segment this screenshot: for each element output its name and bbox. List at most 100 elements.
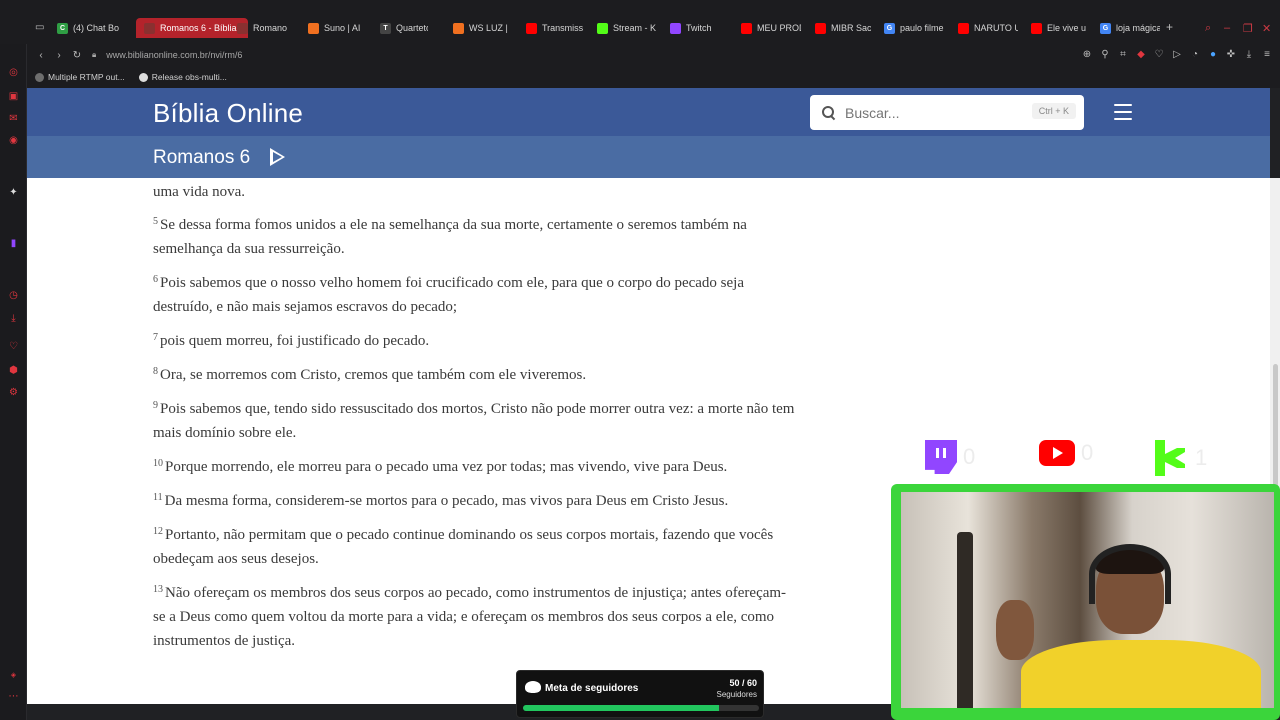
headset-icon: [1089, 544, 1171, 604]
sidebar-kick-icon[interactable]: ✦: [7, 186, 20, 199]
goal-progress-bar: [523, 705, 759, 711]
pin-icon[interactable]: ⚲: [1100, 48, 1110, 60]
zoom-icon[interactable]: ⊕: [1082, 48, 1092, 60]
forward-icon[interactable]: ›: [50, 50, 68, 61]
reload-icon[interactable]: ↻: [68, 50, 86, 61]
verse-number[interactable]: 9: [153, 400, 158, 411]
tab-label: Transmiss: [542, 23, 584, 33]
player-icon[interactable]: ▷: [1172, 48, 1182, 60]
verse: 5 Se dessa forma fomos unidos a ele na se…: [153, 213, 798, 261]
sidebar-bookmarks-icon[interactable]: ♡: [7, 340, 20, 353]
twitch-counter: 0: [925, 440, 975, 474]
vpn-icon[interactable]: ◔: [1190, 48, 1200, 60]
verse-number[interactable]: 11: [153, 492, 163, 503]
verse-number[interactable]: 6: [153, 274, 158, 285]
site-header: Bíblia Online Ctrl + K: [27, 88, 1270, 136]
search-box[interactable]: Ctrl + K: [810, 95, 1084, 130]
search-tabs-icon[interactable]: ⌕: [1205, 22, 1211, 35]
youtube-icon: [1039, 440, 1075, 466]
new-tab-icon[interactable]: +: [1166, 20, 1173, 34]
tab-7[interactable]: Transmiss: [526, 18, 584, 38]
tab-label: loja mágica: [1116, 23, 1160, 33]
tab-favicon-icon: [958, 22, 969, 34]
tab-favicon-icon: [741, 22, 752, 34]
verse-number[interactable]: 7: [153, 332, 158, 343]
extensions-puzzle-icon[interactable]: ✜: [1226, 48, 1236, 60]
play-audio-icon[interactable]: [270, 148, 285, 166]
sidebar-history-icon[interactable]: ◷: [7, 289, 20, 302]
lock-icon[interactable]: 🔒︎: [92, 50, 96, 60]
goal-unit: Seguidores: [716, 690, 757, 699]
tab-12[interactable]: Gpaulo filme: [884, 18, 944, 38]
sidebar-whatsapp-icon[interactable]: ◉: [7, 134, 20, 147]
tab-1[interactable]: C (4) Chat Bo: [57, 18, 121, 38]
sidebar-vpn-icon[interactable]: ◈: [7, 668, 20, 681]
verse-number[interactable]: 8: [153, 366, 158, 377]
sidebar-twitch-icon[interactable]: ▮: [7, 237, 20, 250]
tab-9[interactable]: Twitch: [670, 18, 718, 38]
verse-text: Porque morrendo, ele morreu para o pecad…: [165, 459, 728, 475]
back-icon[interactable]: ‹: [32, 50, 50, 61]
goal-progress-fill: [523, 705, 719, 711]
tab-6[interactable]: WS LUZ |: [453, 18, 508, 38]
webcam-frame: [891, 484, 1280, 720]
bookmark-item[interactable]: Release obs-multi...: [138, 72, 227, 82]
minimize-icon[interactable]: –: [1224, 22, 1230, 34]
download-icon[interactable]: ⤓: [1244, 48, 1254, 60]
easy-setup-icon[interactable]: ≡: [1262, 48, 1272, 60]
tab-4[interactable]: Suno | AI M: [308, 18, 363, 38]
pocket-icon[interactable]: ◆: [1136, 48, 1146, 60]
sidebar-messenger-icon[interactable]: ✉: [7, 112, 20, 125]
verse-number[interactable]: 13: [153, 584, 163, 595]
url-field[interactable]: www.biblianonline.com.br/nvi/rm/6: [106, 50, 242, 60]
tab-2[interactable]: Romanos 6 - Bíblia: [136, 18, 248, 38]
tab-favicon-icon: [670, 22, 681, 34]
twitch-icon: [925, 440, 957, 474]
sidebar-settings-icon[interactable]: ⚙: [7, 386, 20, 399]
verse-number[interactable]: 10: [153, 458, 163, 469]
tab-5[interactable]: T Quarteto: [380, 18, 428, 38]
sidebar-workspace-icon[interactable]: ▣: [7, 90, 20, 103]
tab-label: (4) Chat Bo: [73, 23, 120, 33]
kick-icon: [1155, 440, 1189, 476]
tab-favicon-icon: [453, 22, 464, 34]
sidebar-more-icon[interactable]: ⋯: [7, 690, 20, 703]
tab-label: Twitch: [686, 23, 712, 33]
verse-text: Portanto, não permitam que o pecado cont…: [153, 527, 774, 567]
tab-favicon-icon: G: [884, 22, 895, 34]
tab-13[interactable]: NARUTO U: [958, 18, 1018, 38]
snapshot-icon[interactable]: ⌗: [1118, 48, 1128, 60]
bookmark-item[interactable]: Multiple RTMP out...: [35, 72, 125, 82]
tab-11[interactable]: MIBR Sacy: [815, 18, 871, 38]
maximize-icon[interactable]: ❐: [1243, 22, 1253, 35]
youtube-counter: 0: [1039, 440, 1093, 466]
verse-number[interactable]: 12: [153, 526, 163, 537]
tab-14[interactable]: Ele vive u: [1031, 18, 1087, 38]
tab-label: Suno | AI M: [324, 23, 363, 33]
hamburger-menu-icon[interactable]: [1114, 104, 1132, 120]
tab-label: Ele vive u: [1047, 23, 1087, 33]
tab-8[interactable]: Stream - K: [597, 18, 657, 38]
tab-10[interactable]: MEU PROD: [741, 18, 801, 38]
tab-favicon-icon: [237, 22, 248, 34]
tab-favicon-icon: [1031, 22, 1042, 34]
tab-label: Quarteto: [396, 23, 428, 33]
bookmark-label: Multiple RTMP out...: [48, 72, 125, 82]
search-input[interactable]: [845, 104, 1015, 121]
verse-number[interactable]: 5: [153, 216, 158, 227]
partial-verse: uma vida nova.: [153, 184, 246, 200]
sidebar-extensions-icon[interactable]: ⬢: [7, 364, 20, 377]
twitch-count: 0: [963, 444, 976, 469]
extension-icon[interactable]: ●: [1208, 48, 1218, 60]
close-window-icon[interactable]: ✕: [1262, 22, 1271, 35]
bookmark-heart-icon[interactable]: ♡: [1154, 48, 1164, 60]
tab-favicon-icon: [144, 22, 155, 34]
tab-favicon-icon: [815, 22, 826, 34]
tab-15[interactable]: Gloja mágica: [1100, 18, 1160, 38]
tab-3[interactable]: Romanos: [237, 18, 287, 38]
tab-islands-icon[interactable]: ▭: [35, 22, 44, 33]
sidebar-downloads-icon[interactable]: ⤓: [7, 312, 20, 325]
sidebar-aria-icon[interactable]: ◎: [7, 66, 20, 79]
tab-label: Romanos 6 - Bíblia: [160, 23, 237, 33]
site-title[interactable]: Bíblia Online: [153, 98, 303, 129]
